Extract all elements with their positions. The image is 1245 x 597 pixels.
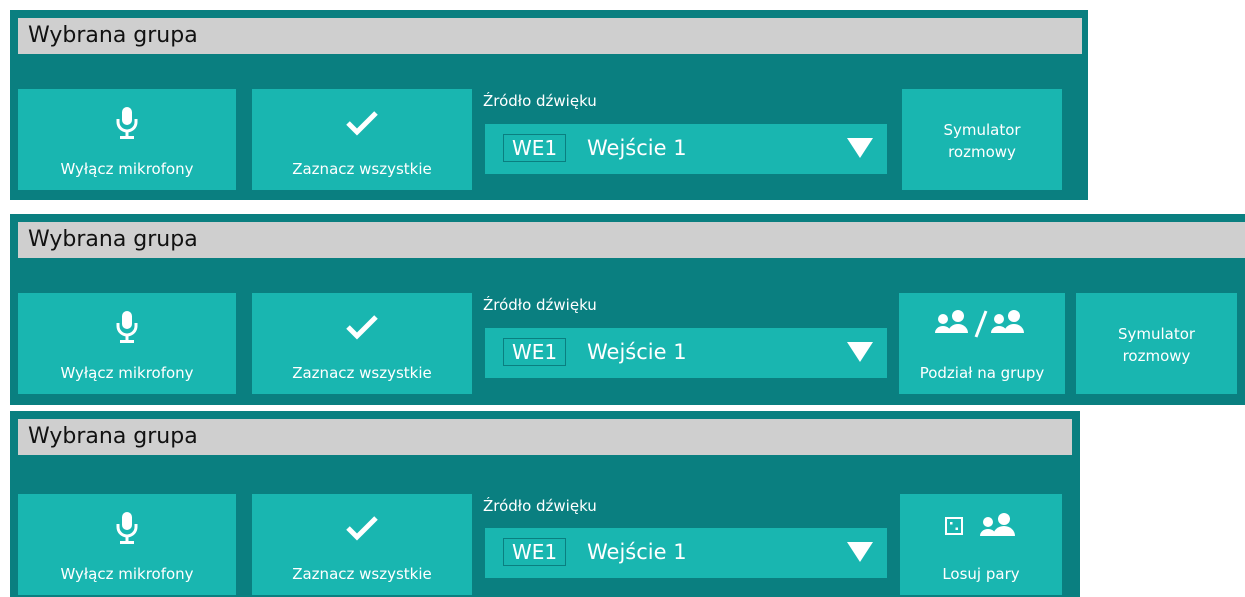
select-all-label: Zaznacz wszystkie <box>292 364 432 382</box>
panel-title: Wybrana grupa <box>18 419 1072 455</box>
split-into-groups-label: Podział na grupy <box>919 364 1045 382</box>
mute-microphones-label: Wyłącz mikrofony <box>60 565 194 583</box>
conversation-simulator-button[interactable]: Symulator rozmowy <box>1076 293 1237 394</box>
panel-title: Wybrana grupa <box>18 18 1082 54</box>
panel-title: Wybrana grupa <box>18 222 1245 258</box>
microphone-icon <box>18 307 236 347</box>
dropdown-arrow-icon <box>847 138 873 158</box>
mute-microphones-button[interactable]: Wyłącz mikrofony <box>18 89 236 190</box>
mute-microphones-button[interactable]: Wyłącz mikrofony <box>18 293 236 394</box>
split-into-groups-button[interactable]: Podział na grupy <box>899 293 1065 394</box>
audio-source-label: Źródło dźwięku <box>483 92 597 110</box>
microphone-icon <box>18 508 236 548</box>
select-all-label: Zaznacz wszystkie <box>292 160 432 178</box>
people-pair-icon <box>980 513 1015 536</box>
audio-source-label: Źródło dźwięku <box>483 497 597 515</box>
source-code: WE1 <box>503 134 567 162</box>
source-code: WE1 <box>503 338 567 366</box>
checkmark-icon <box>252 103 472 143</box>
select-all-label: Zaznacz wszystkie <box>292 565 432 583</box>
audio-source-dropdown[interactable]: WE1 Wejście 1 <box>485 528 887 578</box>
random-pairs-label: Losuj pary <box>942 565 1020 583</box>
audio-source-dropdown[interactable]: WE1 Wejście 1 <box>485 124 887 174</box>
group-panel-2: Wybrana grupa Wyłącz mikrofony Zaznacz w… <box>10 214 1245 405</box>
select-all-button[interactable]: Zaznacz wszystkie <box>252 494 472 595</box>
group-panel-1: Wybrana grupa Wyłącz mikrofony Zaznacz w… <box>10 10 1088 200</box>
mute-microphones-label: Wyłącz mikrofony <box>60 364 194 382</box>
audio-source-dropdown[interactable]: WE1 Wejście 1 <box>485 328 887 378</box>
checkmark-icon <box>252 307 472 347</box>
random-pairs-button[interactable]: Losuj pary <box>900 494 1062 595</box>
dropdown-arrow-icon <box>847 342 873 362</box>
random-pairs-icons <box>900 506 1062 546</box>
conversation-simulator-label: Symulator rozmowy <box>943 121 1021 161</box>
group-panel-3: Wybrana grupa Wyłącz mikrofony Zaznacz w… <box>10 411 1080 597</box>
conversation-simulator-button[interactable]: Symulator rozmowy <box>902 89 1062 190</box>
checkmark-icon <box>252 508 472 548</box>
audio-source-label: Źródło dźwięku <box>483 296 597 314</box>
source-value: Wejście 1 <box>587 340 687 364</box>
source-value: Wejście 1 <box>587 136 687 160</box>
source-value: Wejście 1 <box>587 540 687 564</box>
select-all-button[interactable]: Zaznacz wszystkie <box>252 89 472 190</box>
mute-microphones-button[interactable]: Wyłącz mikrofony <box>18 494 236 595</box>
select-all-button[interactable]: Zaznacz wszystkie <box>252 293 472 394</box>
microphone-icon <box>18 103 236 143</box>
source-code: WE1 <box>503 538 567 566</box>
dice-icon <box>945 517 963 535</box>
groups-split-icon <box>899 303 1065 343</box>
conversation-simulator-label: Symulator rozmowy <box>1117 325 1196 365</box>
dropdown-arrow-icon <box>847 542 873 562</box>
mute-microphones-label: Wyłącz mikrofony <box>60 160 194 178</box>
